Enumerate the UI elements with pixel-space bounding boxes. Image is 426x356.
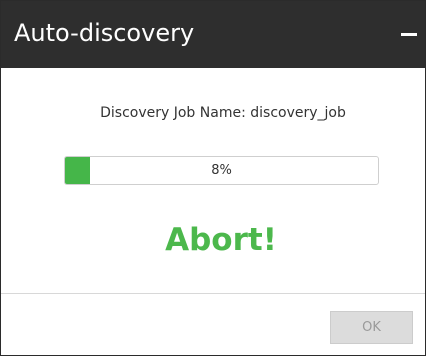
discovery-job-name: Discovery Job Name: discovery_job [100,105,346,121]
progress-label: 8% [211,163,232,178]
title-bar: Auto-discovery [1,1,425,68]
footer-divider [1,293,425,294]
status-message: Abort! [165,222,277,258]
dialog-title: Auto-discovery [14,19,195,47]
minimize-icon[interactable] [399,23,421,45]
minimize-bar [401,33,417,36]
ok-button[interactable]: OK [330,311,413,344]
auto-discovery-dialog: Auto-discovery Discovery Job Name: disco… [0,0,426,356]
progress-bar: 8% [64,156,379,185]
